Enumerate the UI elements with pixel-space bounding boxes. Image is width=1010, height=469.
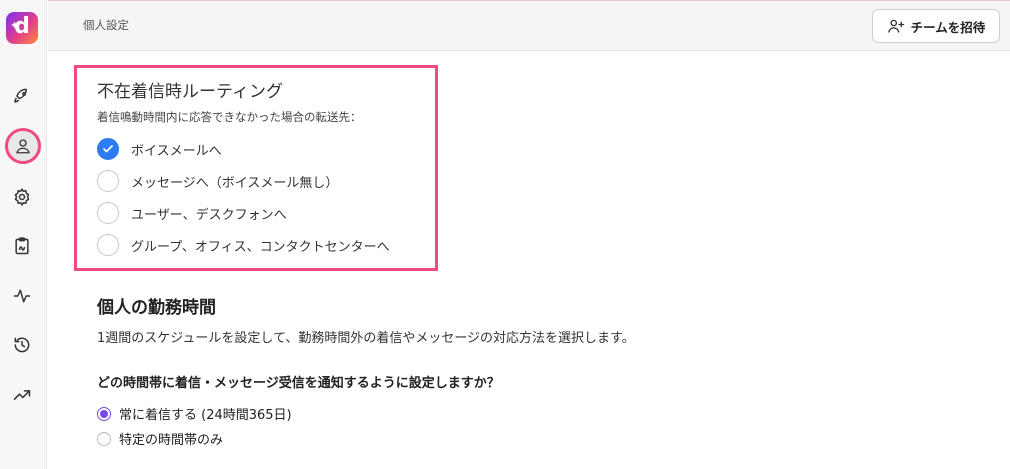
radio-unchecked[interactable] — [97, 431, 111, 446]
radio-unchecked[interactable] — [97, 234, 119, 256]
sidebar: ✦ d — [0, 0, 47, 469]
hours-option-label: 常に着信する (24時間365日) — [119, 408, 292, 423]
radio-checked[interactable] — [97, 406, 111, 421]
routing-option-message[interactable]: メッセージへ（ボイスメール無し） — [97, 170, 338, 192]
working-hours-description: 1週間のスケジュールを設定して、勤務時間外の着信やメッセージの対応方法を選択しま… — [97, 331, 635, 346]
gear-icon[interactable] — [8, 183, 36, 211]
routing-title: 不在着信時ルーティング — [97, 82, 283, 102]
routing-option-label: ユーザー、デスクフォンへ — [131, 207, 287, 223]
trending-icon[interactable] — [8, 381, 36, 409]
hours-option-label: 特定の時間帯のみ — [119, 433, 224, 448]
routing-option-group-office[interactable]: グループ、オフィス、コンタクトセンターへ — [97, 234, 390, 256]
routing-option-label: グループ、オフィス、コンタクトセンターへ — [131, 239, 390, 255]
invite-team-label: チームを招待 — [910, 19, 986, 35]
person-icon — [16, 139, 30, 154]
top-bar: 個人設定 チームを招待 — [48, 0, 1010, 51]
routing-description: 着信鳴動時間内に応答できなかった場合の転送先： — [97, 110, 362, 124]
check-icon — [103, 145, 113, 153]
hours-option-always[interactable]: 常に着信する (24時間365日) — [97, 404, 292, 423]
breadcrumb: 個人設定 — [83, 18, 129, 32]
routing-option-user-deskphone[interactable]: ユーザー、デスクフォンへ — [97, 202, 287, 224]
radio-unchecked[interactable] — [97, 202, 119, 224]
nav-personal-settings[interactable] — [5, 128, 41, 164]
radio-checked[interactable] — [97, 138, 119, 160]
add-user-icon — [887, 19, 904, 33]
history-icon[interactable] — [8, 331, 36, 359]
rocket-icon[interactable] — [8, 82, 36, 110]
invite-team-button[interactable]: チームを招待 — [872, 9, 1000, 43]
routing-option-label: ボイスメールへ — [131, 143, 222, 159]
top-accent-line — [48, 0, 1010, 1]
app-logo[interactable]: ✦ d — [6, 12, 38, 44]
working-hours-title: 個人の勤務時間 — [97, 298, 216, 318]
notification-question: どの時間帯に着信・メッセージ受信を通知するように設定しますか？ — [97, 376, 500, 391]
sparkle-icon: ✦ — [10, 19, 20, 32]
hours-option-specific[interactable]: 特定の時間帯のみ — [97, 429, 223, 448]
activity-icon[interactable] — [8, 282, 36, 310]
routing-option-label: メッセージへ（ボイスメール無し） — [131, 175, 339, 191]
clipboard-icon[interactable] — [8, 232, 36, 260]
routing-option-voicemail[interactable]: ボイスメールへ — [97, 138, 222, 160]
radio-unchecked[interactable] — [97, 170, 119, 192]
